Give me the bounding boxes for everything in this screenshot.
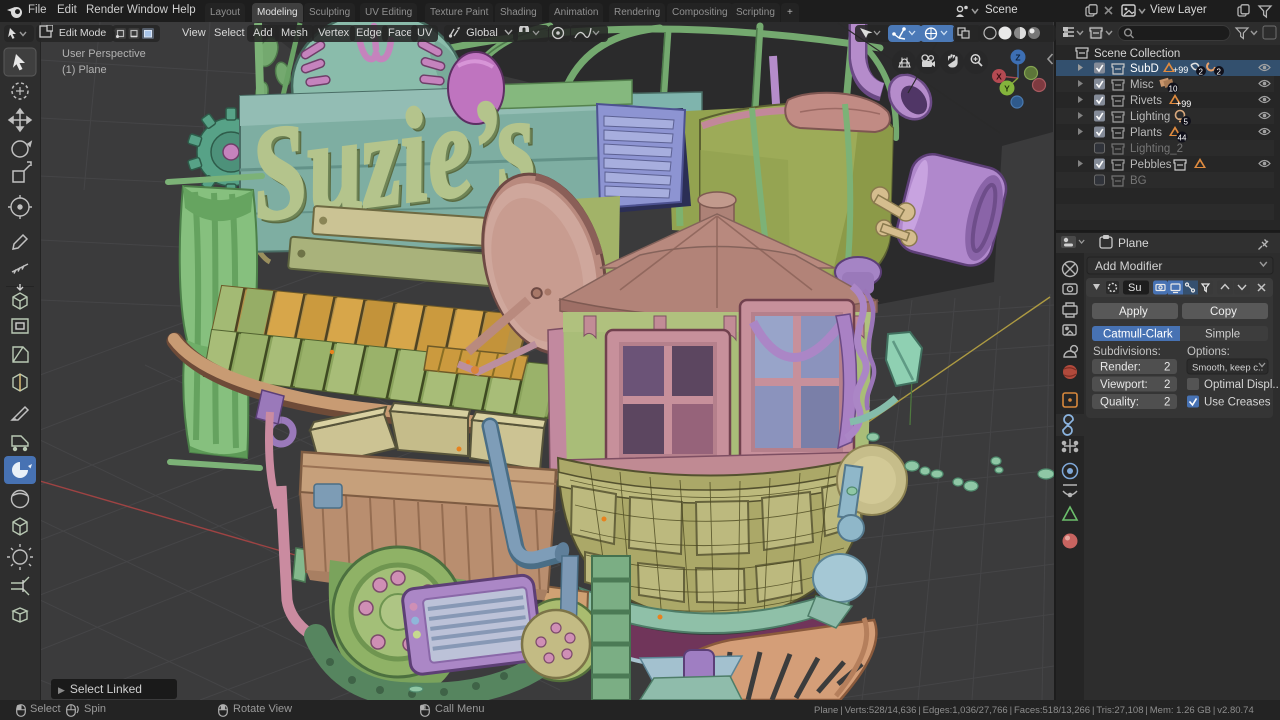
svg-text:Plants: Plants <box>1130 127 1162 139</box>
svg-text:Su: Su <box>1128 282 1141 294</box>
svg-text:Render:: Render: <box>1100 362 1141 374</box>
svg-text:Z: Z <box>1015 53 1020 63</box>
svg-text:2: 2 <box>1164 362 1170 374</box>
svg-text:Simple: Simple <box>1205 329 1240 341</box>
svg-text:5: 5 <box>1184 118 1189 127</box>
svg-text:X: X <box>996 72 1002 82</box>
svg-text:Pebbles: Pebbles <box>1130 159 1172 171</box>
svg-text:44: 44 <box>1178 134 1187 143</box>
svg-text:Add Modifier: Add Modifier <box>1095 259 1162 273</box>
svg-text:Viewport:: Viewport: <box>1100 379 1148 391</box>
svg-text:10: 10 <box>1169 85 1178 94</box>
svg-text:Misc: Misc <box>1130 79 1154 91</box>
svg-text:+99: +99 <box>1176 99 1191 109</box>
svg-text:Lighting_2: Lighting_2 <box>1130 143 1183 155</box>
svg-text:2: 2 <box>1199 68 1204 77</box>
svg-text:Subdivisions:: Subdivisions: <box>1093 346 1161 358</box>
svg-text:Copy: Copy <box>1210 306 1237 318</box>
svg-text:Options:: Options: <box>1187 346 1230 358</box>
svg-text:Catmull-Clark: Catmull-Clark <box>1103 329 1173 341</box>
svg-text:Smooth, keep c..: Smooth, keep c.. <box>1192 363 1263 374</box>
svg-text:Rivets: Rivets <box>1130 95 1162 107</box>
svg-text:BG: BG <box>1130 175 1147 187</box>
svg-text:2: 2 <box>1164 379 1170 391</box>
svg-text:Y: Y <box>1004 84 1010 94</box>
svg-text:Plane: Plane <box>1118 236 1149 250</box>
svg-text:Use Creases: Use Creases <box>1204 397 1271 409</box>
svg-text:+99: +99 <box>1173 65 1188 75</box>
svg-text:2: 2 <box>1217 68 1222 77</box>
svg-text:Scene Collection: Scene Collection <box>1094 48 1180 60</box>
svg-text:SubD: SubD <box>1130 63 1159 75</box>
svg-text:2: 2 <box>1164 397 1170 409</box>
svg-text:Lighting: Lighting <box>1130 111 1170 123</box>
svg-text:Apply: Apply <box>1119 306 1148 318</box>
svg-text:Quality:: Quality: <box>1100 397 1139 409</box>
svg-text:Optimal Displ..: Optimal Displ.. <box>1204 379 1279 391</box>
